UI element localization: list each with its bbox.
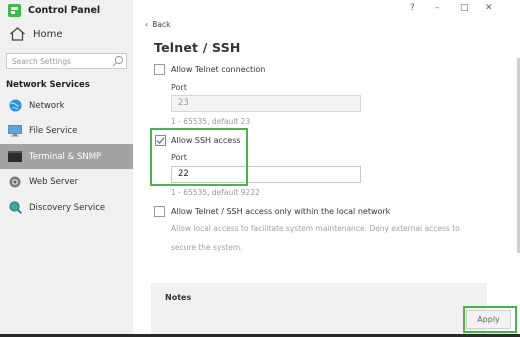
sidebar-item-web-server[interactable]: Web Server [0,169,133,194]
notes-title: Notes [165,293,192,302]
home-label: Home [33,28,63,40]
ssh-port-hint: 1 - 65535, default 9222 [171,188,260,197]
local-network-only-description: Allow local access to facilitate system … [171,224,460,252]
page-title: Telnet / SSH [154,40,241,55]
web-server-icon [7,174,23,190]
app-title: Control Panel [8,3,100,17]
control-panel-window: Control Panel Home Network Services [0,0,520,334]
sidebar-item-label: Discovery Service [29,202,106,213]
ssh-highlight-box [150,128,248,186]
globe-icon [7,98,23,114]
sidebar: Control Panel Home Network Services [0,0,133,334]
app-title-label: Control Panel [28,4,101,16]
telnet-port-hint: 1 - 65535, default 23 [171,117,251,126]
close-icon[interactable]: ✕ [485,3,493,13]
sidebar-item-file-service[interactable]: File Service [0,118,133,143]
discovery-icon [7,200,23,216]
monitor-icon [7,123,23,139]
chevron-left-icon: ‹ [145,20,149,29]
home-icon [10,27,25,41]
sidebar-item-discovery-service[interactable]: Discovery Service [0,195,133,220]
sidebar-item-label: File Service [29,125,78,136]
home-nav[interactable]: Home [9,25,63,43]
control-panel-logo-icon [8,3,21,17]
back-label: Back [152,20,171,29]
maximize-icon[interactable]: □ [460,3,469,13]
notes-panel: Notes [151,283,487,334]
sidebar-item-terminal-snmp[interactable]: Terminal & SNMP [0,144,133,169]
telnet-port-input[interactable]: 23 [171,95,361,112]
search-input[interactable] [7,54,112,68]
telnet-checkbox-label: Allow Telnet connection [171,65,266,74]
search-icon[interactable] [112,55,124,67]
terminal-icon [7,149,23,165]
local-network-only-label: Allow Telnet / SSH access only within th… [171,207,391,216]
telnet-checkbox[interactable] [154,64,165,75]
sidebar-item-label: Terminal & SNMP [29,151,102,162]
search-box [6,53,127,69]
sidebar-item-network[interactable]: Network [0,93,133,118]
back-link[interactable]: ‹ Back [145,20,170,29]
network-services-heading: Network Services [6,80,90,90]
help-icon[interactable]: ? [410,3,415,13]
sidebar-item-label: Network [29,100,65,111]
minimize-icon[interactable]: – [435,3,440,13]
local-network-only-checkbox[interactable] [154,206,165,217]
sidebar-item-label: Web Server [29,176,79,187]
apply-highlight-box [463,306,517,333]
telnet-port-label: Port [171,83,187,92]
